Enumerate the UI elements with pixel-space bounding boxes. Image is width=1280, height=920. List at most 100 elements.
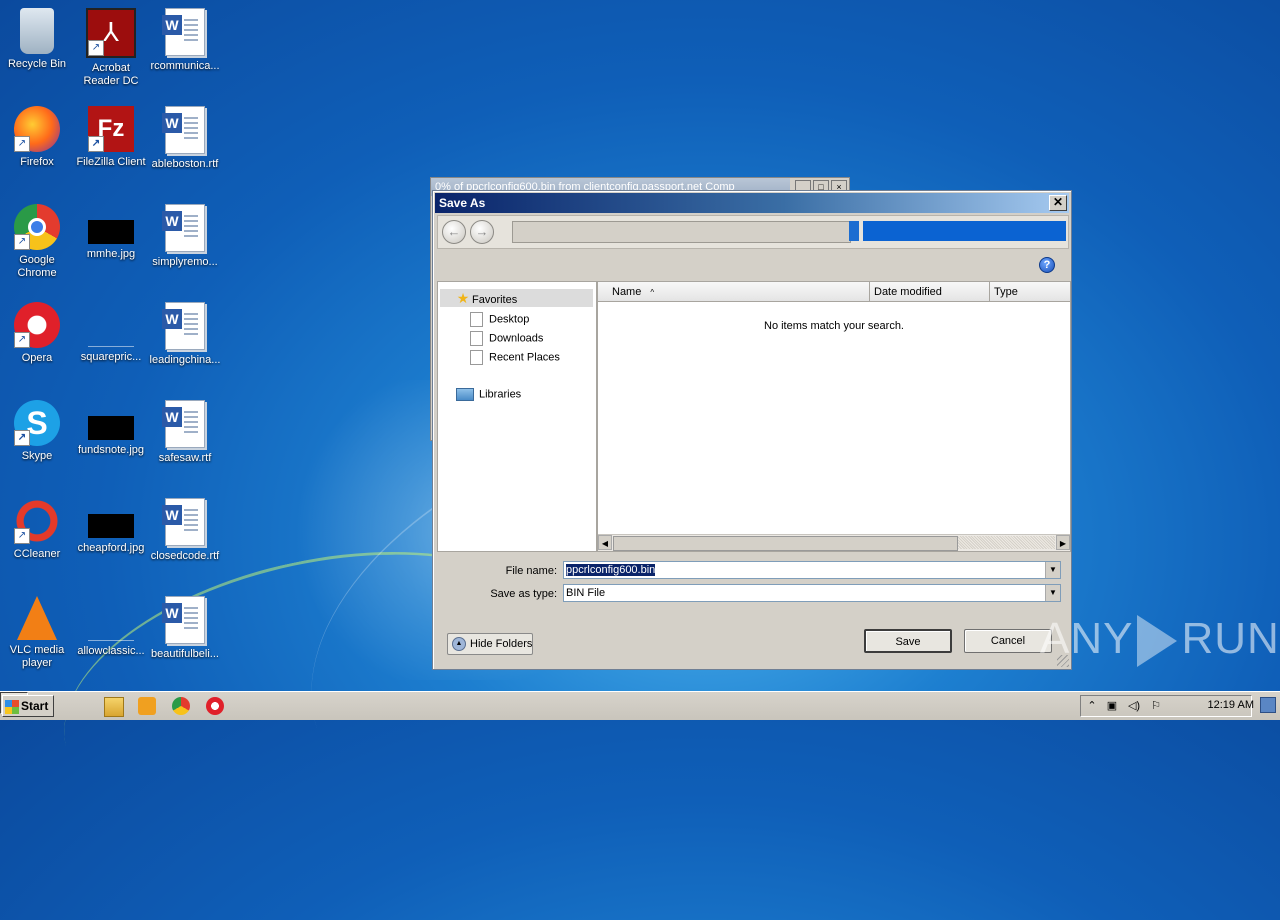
save-button[interactable]: Save — [864, 629, 952, 653]
empty-message: No items match your search. — [764, 320, 904, 332]
chevron-up-icon: ▲ — [452, 637, 466, 652]
shortcut-arrow-icon: ↗ — [14, 234, 30, 250]
desktop-icon-chrome[interactable]: ↗ Google Chrome — [0, 204, 74, 280]
desktop-icon-label: ableboston.rtf — [151, 158, 219, 170]
show-desktop-icon[interactable] — [1260, 697, 1276, 713]
hide-folders-button[interactable]: ▲ Hide Folders — [447, 633, 533, 655]
desktop-icon-file[interactable]: fundsnote.jpg — [74, 400, 148, 457]
image-thumbnail-icon — [88, 514, 134, 538]
desktop-icon-file[interactable]: W simplyremo... — [148, 204, 222, 269]
volume-icon[interactable]: ◁) — [1127, 700, 1141, 713]
shortcut-arrow-icon: ↗ — [88, 40, 104, 56]
column-header-name[interactable]: Name ^ — [598, 282, 870, 302]
shortcut-arrow-icon: ↗ — [88, 136, 104, 152]
back-button[interactable]: ← — [442, 220, 466, 244]
library-icon — [456, 388, 474, 401]
opera-taskbar-icon[interactable] — [206, 697, 224, 715]
clock[interactable]: 12:19 AM — [1208, 699, 1254, 711]
show-hidden-icons-icon[interactable]: ⌃ — [1085, 700, 1099, 713]
sidebar-item-downloads[interactable]: Downloads — [470, 331, 543, 346]
chevron-down-icon[interactable]: ▼ — [1045, 585, 1060, 601]
file-name-input[interactable]: ppcrlconfig600.bin ▼ — [563, 561, 1061, 579]
sidebar-item-recent-places[interactable]: Recent Places — [470, 350, 560, 365]
horizontal-scrollbar[interactable]: ◀ ▶ — [598, 534, 1070, 551]
desktop-icon-label: safesaw.rtf — [158, 452, 212, 464]
file-icon — [88, 610, 134, 641]
desktop-icon-vlc[interactable]: VLC media player — [0, 596, 74, 670]
desktop-icon-firefox[interactable]: ↗ Firefox — [0, 106, 74, 169]
desktop-icon-filezilla[interactable]: Fz ↗ FileZilla Client — [74, 106, 148, 169]
help-icon[interactable]: ? — [1039, 257, 1055, 273]
column-header-label: Date modified — [874, 286, 942, 298]
watermark-text-left: ANY — [1040, 614, 1134, 663]
scrollbar-track[interactable] — [958, 536, 1055, 549]
desktop-icon-file[interactable]: W closedcode.rtf — [148, 498, 222, 563]
desktop-icon-ccleaner[interactable]: ↗ CCleaner — [0, 498, 74, 561]
close-button[interactable]: ✕ — [1049, 195, 1067, 211]
network-icon[interactable]: ▣ — [1105, 700, 1119, 713]
desktop-icon-file[interactable]: W safesaw.rtf — [148, 400, 222, 465]
dialog-title-bar[interactable]: Save As ✕ — [435, 193, 1069, 213]
desktop-icon-recycle-bin[interactable]: Recycle Bin — [0, 8, 74, 71]
desktop-icon-label: Skype — [21, 450, 53, 462]
column-header-type[interactable]: Type — [990, 282, 1070, 302]
word-document-icon: W — [162, 596, 205, 644]
action-center-flag-icon[interactable]: ⚐ — [1149, 700, 1163, 713]
scroll-right-icon[interactable]: ▶ — [1056, 535, 1070, 550]
desktop-icon-label: cheapford.jpg — [77, 542, 145, 554]
desktop-icon-label: fundsnote.jpg — [77, 444, 145, 456]
chevron-down-icon[interactable]: ▼ — [1045, 562, 1060, 578]
forward-button[interactable]: → — [470, 220, 494, 244]
desktop-icon-label: rcommunica... — [150, 60, 220, 72]
desktop-icon-file[interactable]: mmhe.jpg — [74, 204, 148, 261]
hide-folders-label: Hide Folders — [470, 638, 533, 650]
address-bar-dropdown[interactable] — [849, 221, 859, 241]
sidebar-item-favorites[interactable]: ★ Favorites — [440, 289, 593, 307]
shortcut-arrow-icon: ↗ — [14, 136, 30, 152]
desktop-icon-label: allowclassic... — [77, 645, 145, 657]
desktop-icon-opera[interactable]: ↗ Opera — [0, 302, 74, 365]
image-thumbnail-icon — [88, 416, 134, 440]
taskbar: Start e ⌃ ▣ ◁) ⚐ 12:19 AM — [0, 691, 1280, 720]
chrome-taskbar-icon[interactable] — [172, 697, 190, 715]
desktop-icon-file[interactable]: W beautifulbeli... — [148, 596, 222, 661]
sidebar-item-label: Downloads — [489, 332, 544, 345]
sidebar-item-desktop[interactable]: Desktop — [470, 312, 529, 327]
sidebar-item-label: Libraries — [479, 388, 522, 401]
opera-icon: ↗ — [14, 302, 60, 348]
search-box[interactable] — [863, 221, 1066, 241]
cancel-button[interactable]: Cancel — [964, 629, 1052, 653]
start-label: Start — [21, 699, 49, 713]
folder-icon — [470, 312, 483, 327]
desktop-icon-file[interactable]: W leadingchina... — [148, 302, 222, 367]
desktop-icon-skype[interactable]: S ↗ Skype — [0, 400, 74, 463]
folder-icon — [470, 331, 483, 346]
desktop-icon-file[interactable]: squarepric... — [74, 302, 148, 364]
shortcut-arrow-icon: ↗ — [14, 332, 30, 348]
save-type-value: BIN File — [566, 587, 606, 599]
column-header-date-modified[interactable]: Date modified — [870, 282, 990, 302]
desktop-icon-file[interactable]: W ableboston.rtf — [148, 106, 222, 171]
scroll-left-icon[interactable]: ◀ — [598, 535, 612, 550]
desktop-icon-label: Firefox — [20, 156, 54, 168]
sidebar-item-libraries[interactable]: Libraries — [456, 388, 521, 401]
desktop-icon-label: Opera — [21, 352, 53, 364]
word-document-icon: W — [162, 498, 205, 546]
sidebar-item-label: Desktop — [489, 313, 530, 326]
desktop-icon-file[interactable]: cheapford.jpg — [74, 498, 148, 555]
desktop-icon-file[interactable]: allowclassic... — [74, 596, 148, 658]
desktop-icon-file[interactable]: W rcommunica... — [148, 8, 222, 73]
filezilla-icon: Fz ↗ — [88, 106, 134, 152]
navigation-bar: ← → — [437, 215, 1069, 249]
media-player-icon[interactable] — [138, 697, 156, 715]
scrollbar-thumb[interactable] — [613, 536, 958, 551]
save-type-select[interactable]: BIN File ▼ — [563, 584, 1061, 602]
file-icon — [88, 316, 134, 347]
anyrun-watermark: ANY RUN — [1040, 604, 1279, 674]
file-explorer-icon[interactable] — [104, 697, 124, 717]
start-button[interactable]: Start — [2, 695, 54, 717]
address-bar[interactable] — [512, 221, 851, 243]
dialog-title: Save As — [439, 196, 486, 210]
word-document-icon: W — [162, 204, 205, 252]
desktop-icon-acrobat[interactable]: ⅄ ↗ Acrobat Reader DC — [74, 8, 148, 88]
